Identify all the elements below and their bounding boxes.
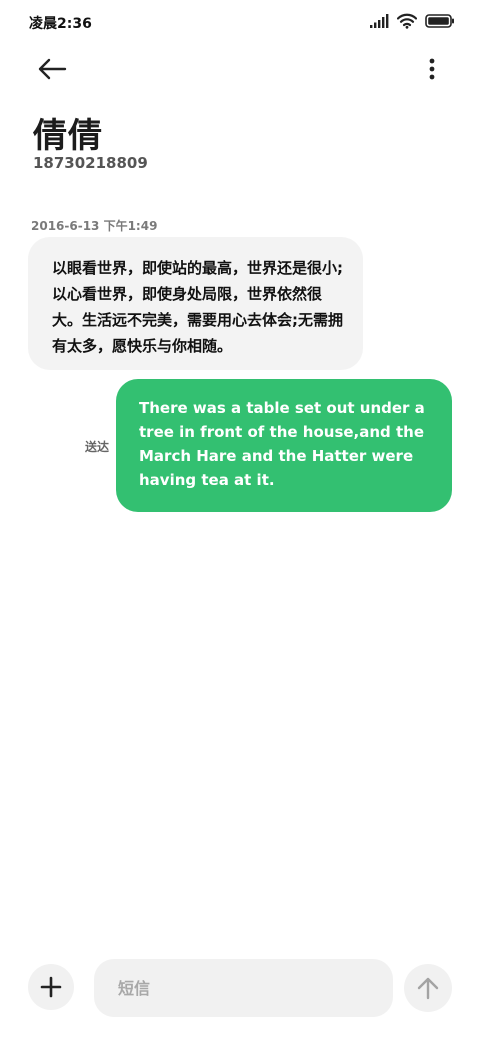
- status-icons: [369, 13, 455, 29]
- outgoing-message-bubble[interactable]: There was a table set out under a tree i…: [116, 379, 452, 512]
- status-time: 凌晨2:36: [29, 16, 92, 32]
- back-button[interactable]: [34, 54, 70, 84]
- message-timestamp: 2016-6-13 下午1:49: [31, 219, 158, 233]
- wifi-icon: [397, 13, 417, 29]
- more-vertical-icon: [429, 58, 435, 80]
- contact-name: 倩倩: [33, 116, 103, 156]
- battery-icon: [425, 14, 454, 28]
- send-button[interactable]: [404, 964, 452, 1012]
- plus-icon: [40, 976, 62, 998]
- arrow-up-icon: [417, 977, 439, 1000]
- incoming-message-bubble[interactable]: 以眼看世界，即使站的最高，世界还是很小;以心看世界，即使身处局限，世界依然很大。…: [28, 237, 363, 370]
- arrow-left-icon: [38, 58, 67, 80]
- delivery-status: 送达: [85, 440, 110, 454]
- more-options-button[interactable]: [420, 54, 444, 84]
- add-attachment-button[interactable]: [28, 964, 74, 1010]
- contact-number: 18730218809: [33, 154, 148, 172]
- signal-icon: [370, 14, 389, 28]
- status-bar: 凌晨2:36: [0, 0, 480, 44]
- message-input[interactable]: [94, 959, 393, 1017]
